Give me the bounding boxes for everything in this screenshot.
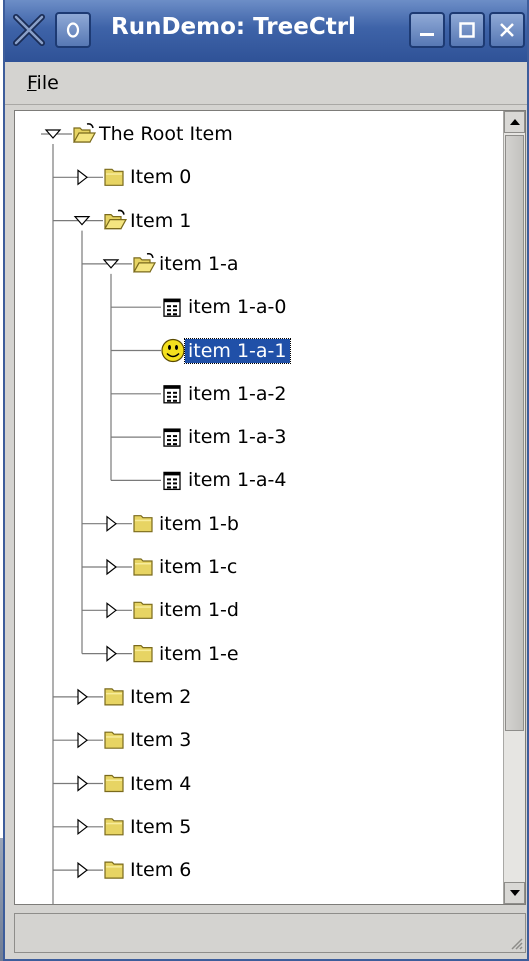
- tree-item-label[interactable]: item 1-e: [156, 642, 242, 666]
- tree-item-label[interactable]: Item 3: [127, 728, 194, 752]
- document-icon: [163, 428, 181, 447]
- collapsed-triangle-icon[interactable]: [106, 645, 117, 662]
- folder-closed-icon: [104, 818, 124, 836]
- minimize-button[interactable]: [409, 12, 445, 48]
- tree-item-label[interactable]: Item 1: [127, 209, 194, 233]
- tree-item-label[interactable]: item 1-b: [156, 512, 242, 536]
- menu-bar: File: [5, 62, 527, 105]
- tree-item-label[interactable]: The Root Item: [96, 122, 236, 146]
- smiley-icon: [161, 338, 185, 363]
- menu-file-label: ile: [36, 72, 59, 94]
- folder-closed-icon: [133, 645, 153, 663]
- tree-control[interactable]: The Root Item Item 0 Item 1 item 1-a item 1-…: [14, 110, 526, 905]
- scrollbar-thumb[interactable]: [505, 135, 524, 731]
- collapsed-triangle-icon[interactable]: [77, 169, 88, 186]
- tree-item-label[interactable]: item 1-a-3: [185, 425, 290, 449]
- collapsed-triangle-icon[interactable]: [106, 558, 117, 576]
- tree-item-label[interactable]: item 1-a: [156, 252, 242, 276]
- arrow-down-icon: [509, 890, 520, 896]
- collapsed-triangle-icon[interactable]: [77, 775, 88, 792]
- collapsed-triangle-icon[interactable]: [106, 515, 117, 532]
- tree-item-label[interactable]: item 1-a-2: [185, 382, 290, 406]
- system-menu-button[interactable]: [55, 12, 91, 48]
- tree-item-label[interactable]: Item 7: [127, 901, 194, 904]
- document-icon: [163, 471, 181, 491]
- folder-open-icon: [72, 123, 97, 143]
- arrow-up-icon: [509, 119, 520, 125]
- folder-open-icon: [103, 209, 128, 230]
- circle-icon: [66, 22, 80, 38]
- tree-item-label[interactable]: Item 0: [127, 165, 194, 189]
- collapsed-triangle-icon[interactable]: [77, 731, 88, 749]
- minimize-icon: [420, 33, 434, 36]
- maximize-icon: [459, 22, 475, 38]
- folder-closed-icon: [104, 168, 124, 186]
- maximize-button[interactable]: [449, 12, 485, 48]
- collapsed-triangle-icon[interactable]: [77, 688, 88, 706]
- menu-file[interactable]: File: [27, 72, 59, 94]
- close-button[interactable]: [489, 12, 525, 48]
- folder-closed-icon: [104, 688, 124, 706]
- app-window: RunDemo: TreeCtrl File The Root Item Item…: [3, 0, 529, 961]
- folder-closed-icon: [133, 601, 153, 619]
- scroll-up-button[interactable]: [504, 111, 525, 133]
- close-icon: [500, 23, 514, 37]
- tree-item-label[interactable]: Item 6: [127, 858, 194, 882]
- folder-closed-icon: [104, 774, 124, 793]
- scroll-down-button[interactable]: [504, 882, 525, 904]
- tree-lines: [41, 123, 185, 904]
- document-icon: [163, 385, 181, 404]
- x-close-icon[interactable]: [11, 12, 47, 48]
- resize-grip-icon[interactable]: [509, 936, 523, 950]
- tree-item-label[interactable]: item 1-a-0: [185, 295, 290, 319]
- tree-item-label[interactable]: Item 5: [127, 815, 194, 839]
- tree-item-label[interactable]: item 1-d: [156, 598, 242, 622]
- document-icon: [163, 298, 181, 317]
- tree-item-label-selected[interactable]: item 1-a-1: [184, 337, 291, 364]
- collapsed-triangle-icon[interactable]: [77, 818, 88, 836]
- tree-item-label[interactable]: item 1-a-4: [185, 468, 290, 492]
- folder-closed-icon: [133, 515, 153, 533]
- title-bar[interactable]: RunDemo: TreeCtrl: [5, 0, 527, 62]
- folder-closed-icon: [104, 861, 124, 879]
- tree-item-label[interactable]: Item 4: [127, 772, 194, 796]
- window-title: RunDemo: TreeCtrl: [111, 14, 356, 40]
- folder-closed-icon: [104, 731, 124, 749]
- menu-file-mnemonic: F: [27, 72, 37, 94]
- status-bar: [14, 913, 526, 953]
- tree-item-label[interactable]: item 1-c: [156, 555, 240, 579]
- tree-item-label[interactable]: Item 2: [127, 685, 194, 709]
- folder-closed-icon: [133, 558, 153, 576]
- collapsed-triangle-icon[interactable]: [106, 602, 117, 619]
- vertical-scrollbar[interactable]: [503, 111, 525, 904]
- collapsed-triangle-icon[interactable]: [77, 861, 88, 879]
- folder-open-icon: [132, 252, 157, 273]
